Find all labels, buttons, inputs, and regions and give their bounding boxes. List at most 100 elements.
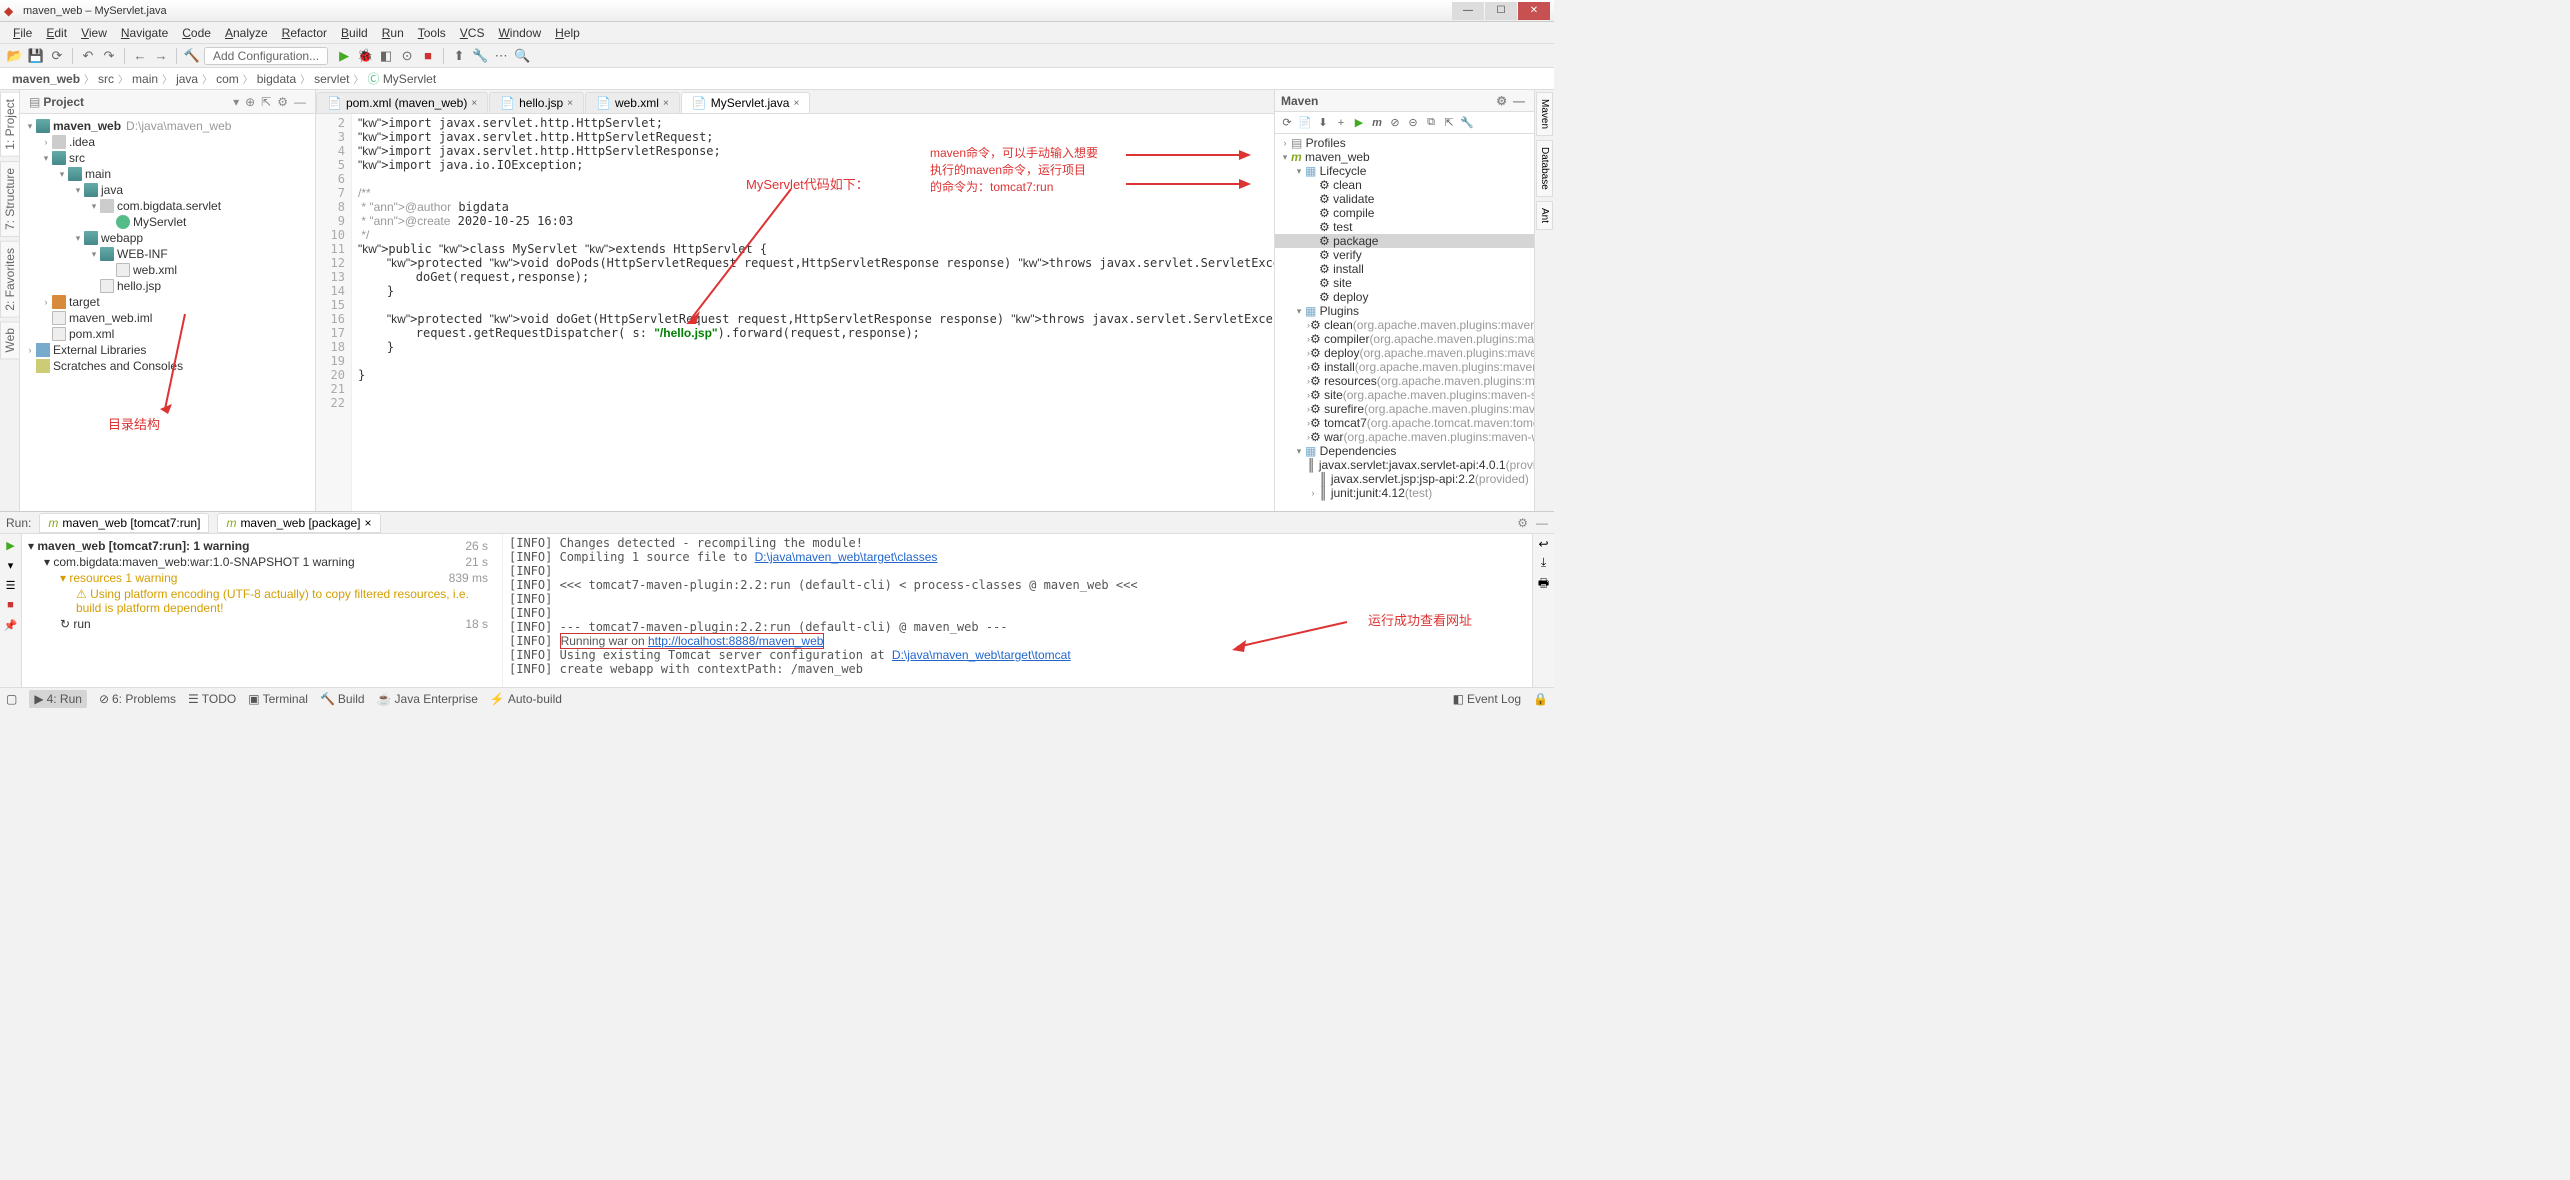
- search-icon[interactable]: 🔍: [513, 47, 531, 65]
- reload-icon[interactable]: ⟳: [48, 47, 66, 65]
- menu-view[interactable]: View: [74, 24, 114, 42]
- gear-icon[interactable]: ⚙: [274, 95, 291, 109]
- tree-item[interactable]: web.xml: [133, 263, 177, 277]
- close-tab-icon[interactable]: ×: [567, 98, 573, 109]
- menu-build[interactable]: Build: [334, 24, 375, 42]
- bottom-tab-autobuild[interactable]: ⚡ Auto-build: [490, 692, 562, 706]
- tree-item[interactable]: WEB-INF: [117, 247, 168, 261]
- crumb[interactable]: java: [172, 72, 202, 86]
- close-button[interactable]: ✕: [1518, 2, 1550, 20]
- maven-item[interactable]: ▾▦ Plugins: [1275, 304, 1534, 318]
- undo-icon[interactable]: ↶: [79, 47, 97, 65]
- execute-goal-icon[interactable]: m: [1369, 115, 1385, 131]
- editor-tab[interactable]: 📄pom.xml (maven_web)×: [316, 92, 488, 113]
- tree-item[interactable]: webapp: [101, 231, 143, 245]
- run-tree[interactable]: ▾ maven_web [tomcat7:run]: 1 warning26 s…: [22, 534, 502, 687]
- tree-root[interactable]: maven_web: [53, 119, 121, 133]
- tree-item[interactable]: target: [69, 295, 100, 309]
- menu-refactor[interactable]: Refactor: [275, 24, 334, 42]
- tree-item[interactable]: pom.xml: [69, 327, 114, 341]
- maven-item[interactable]: ║ javax.servlet.jsp:jsp-api:2.2 (provide…: [1275, 472, 1534, 486]
- menu-window[interactable]: Window: [491, 24, 548, 42]
- crumb[interactable]: Ⓒ MyServlet: [363, 70, 440, 87]
- maven-tool-tab[interactable]: Maven: [1536, 92, 1553, 136]
- tree-item[interactable]: MyServlet: [133, 215, 186, 229]
- tree-item[interactable]: java: [101, 183, 123, 197]
- maven-item[interactable]: ▾m maven_web: [1275, 150, 1534, 164]
- gear-icon[interactable]: ⚙: [1517, 516, 1528, 530]
- debug-icon[interactable]: 🐞: [356, 47, 374, 65]
- maven-item[interactable]: ⚙ verify: [1275, 248, 1534, 262]
- generate-icon[interactable]: 📄: [1297, 115, 1313, 131]
- maven-item[interactable]: ›⚙ install (org.apache.maven.plugins:mav…: [1275, 360, 1534, 374]
- show-deps-icon[interactable]: ⧉: [1423, 115, 1439, 131]
- console-output[interactable]: [INFO] Changes detected - recompiling th…: [502, 534, 1532, 687]
- bottom-icon[interactable]: ▢: [6, 692, 17, 706]
- run-tab[interactable]: mmaven_web [tomcat7:run]: [39, 513, 209, 533]
- filter-icon[interactable]: ☰: [3, 577, 19, 593]
- close-tab-icon[interactable]: ×: [793, 98, 799, 109]
- crumb[interactable]: main: [128, 72, 162, 86]
- forward-icon[interactable]: →: [152, 47, 170, 65]
- bottom-tab-java[interactable]: ☕ Java Enterprise: [377, 692, 478, 706]
- crumb[interactable]: bigdata: [253, 72, 300, 86]
- project-tool-tab[interactable]: 1: Project: [0, 92, 20, 157]
- download-icon[interactable]: ⬇: [1315, 115, 1331, 131]
- print-icon[interactable]: 🖶: [1538, 574, 1549, 595]
- reimport-icon[interactable]: ⟳: [1279, 115, 1295, 131]
- close-tab-icon[interactable]: ×: [663, 98, 669, 109]
- menu-help[interactable]: Help: [548, 24, 587, 42]
- menu-edit[interactable]: Edit: [39, 24, 74, 42]
- menu-analyze[interactable]: Analyze: [218, 24, 275, 42]
- skip-tests-icon[interactable]: ⊝: [1405, 115, 1421, 131]
- maven-item[interactable]: ›║ junit:junit:4.12 (test): [1275, 486, 1534, 500]
- web-tool-tab[interactable]: Web: [0, 321, 20, 359]
- maven-item[interactable]: ║ javax.servlet:javax.servlet-api:4.0.1 …: [1275, 458, 1534, 472]
- menu-navigate[interactable]: Navigate: [114, 24, 175, 42]
- maven-item[interactable]: ⚙ site: [1275, 276, 1534, 290]
- crumb[interactable]: maven_web: [8, 72, 84, 86]
- build-icon[interactable]: 🔨: [183, 47, 201, 65]
- coverage-icon[interactable]: ◧: [377, 47, 395, 65]
- maven-tree[interactable]: ›▤ Profiles▾m maven_web▾▦ Lifecycle⚙ cle…: [1275, 134, 1534, 511]
- event-log[interactable]: ◧ Event Log: [1453, 692, 1521, 706]
- tree-item[interactable]: hello.jsp: [117, 279, 161, 293]
- pin-icon[interactable]: 📌: [3, 617, 19, 633]
- maven-item[interactable]: ⚙ test: [1275, 220, 1534, 234]
- editor-tab[interactable]: 📄web.xml×: [585, 92, 680, 113]
- maven-item[interactable]: ⚙ clean: [1275, 178, 1534, 192]
- minimize-button[interactable]: —: [1452, 2, 1484, 20]
- run-icon[interactable]: ▶: [335, 47, 353, 65]
- maven-item[interactable]: ›⚙ surefire (org.apache.maven.plugins:ma…: [1275, 402, 1534, 416]
- back-icon[interactable]: ←: [131, 47, 149, 65]
- editor-tab[interactable]: 📄MyServlet.java×: [681, 92, 811, 113]
- hide-icon[interactable]: —: [1510, 94, 1528, 108]
- menu-code[interactable]: Code: [175, 24, 218, 42]
- ant-tool-tab[interactable]: Ant: [1536, 201, 1553, 230]
- stop-icon[interactable]: ■: [3, 597, 19, 613]
- tree-item[interactable]: External Libraries: [53, 343, 146, 357]
- bottom-tab-problems[interactable]: ⊘ 6: Problems: [99, 692, 176, 706]
- stop-icon[interactable]: ■: [419, 47, 437, 65]
- maven-item[interactable]: ›▤ Profiles: [1275, 136, 1534, 150]
- close-tab-icon[interactable]: ×: [471, 98, 477, 109]
- editor-tab[interactable]: 📄hello.jsp×: [489, 92, 584, 113]
- collapse-icon[interactable]: ⇱: [258, 95, 274, 109]
- tree-item[interactable]: main: [85, 167, 111, 181]
- chevron-down-icon[interactable]: ▾: [230, 95, 242, 109]
- hide-icon[interactable]: —: [1536, 516, 1548, 530]
- maven-item[interactable]: ⚙ deploy: [1275, 290, 1534, 304]
- lock-icon[interactable]: 🔒: [1533, 692, 1548, 706]
- redo-icon[interactable]: ↷: [100, 47, 118, 65]
- run-config-select[interactable]: Add Configuration...: [204, 47, 328, 65]
- scroll-end-icon[interactable]: ⤓: [1541, 555, 1546, 570]
- maven-item[interactable]: ▾▦ Lifecycle: [1275, 164, 1534, 178]
- target-icon[interactable]: ⊕: [242, 95, 258, 109]
- maven-item[interactable]: ›⚙ clean (org.apache.maven.plugins:maven…: [1275, 318, 1534, 332]
- tree-item[interactable]: maven_web.iml: [69, 311, 152, 325]
- database-tool-tab[interactable]: Database: [1536, 140, 1553, 197]
- hide-icon[interactable]: —: [291, 95, 309, 109]
- settings-icon[interactable]: 🔧: [471, 47, 489, 65]
- run-tab[interactable]: mmaven_web [package]×: [217, 513, 380, 533]
- maven-item[interactable]: ⚙ install: [1275, 262, 1534, 276]
